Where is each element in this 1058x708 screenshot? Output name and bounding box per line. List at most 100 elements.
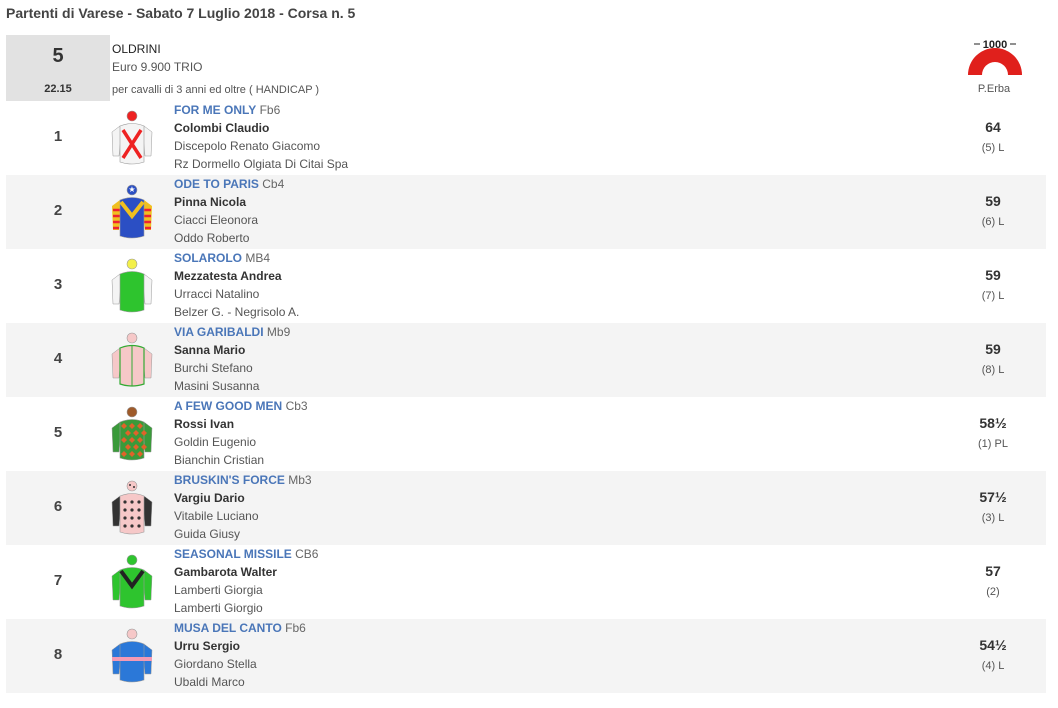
runner-draw: (7) L	[981, 290, 1005, 302]
horse-name-link[interactable]: MUSA DEL CANTO	[174, 621, 282, 635]
horse-line: MUSA DEL CANTO Fb6	[174, 621, 306, 635]
race-time: 22.15	[44, 83, 72, 95]
jockey-silk-icon	[110, 330, 154, 390]
jockey-silk-icon	[110, 478, 154, 538]
trainer-name: Urracci Natalino	[174, 287, 260, 301]
horse-line: FOR ME ONLY Fb6	[174, 103, 280, 117]
race-number: 5	[52, 45, 64, 67]
horse-info: Cb4	[262, 177, 285, 191]
runner-draw: (8) L	[981, 364, 1005, 376]
runner-number: 5	[53, 424, 63, 441]
owner-name: Guida Giusy	[174, 527, 241, 541]
trainer-name: Ciacci Eleonora	[174, 213, 259, 227]
horse-name-link[interactable]: A FEW GOOD MEN	[174, 399, 282, 413]
owner-name: Ubaldi Marco	[174, 675, 245, 689]
runner-number: 3	[53, 276, 63, 293]
horse-line: ODE TO PARIS Cb4	[174, 177, 284, 191]
jockey-silk-icon: ★	[110, 182, 154, 242]
runner-number: 4	[53, 350, 63, 367]
trainer-name: Lamberti Giorgia	[174, 583, 263, 597]
race-header: 5 22.15 OLDRINI Euro 9.900 TRIO per cava…	[6, 35, 1046, 101]
horse-line: A FEW GOOD MEN Cb3	[174, 399, 308, 413]
runner-number: 6	[53, 498, 63, 515]
runner-row: 2 ★ ODE TO PARIS Cb4 Pinna Nicola Ciacci…	[6, 175, 1046, 249]
race-prize: Euro 9.900 TRIO	[112, 60, 203, 74]
owner-name: Belzer G. - Negrisolo A.	[174, 305, 300, 319]
runner-row: 3 SOLAROLO MB4 Mezzatesta Andrea Urracci…	[6, 249, 1046, 323]
runner-weight: 57	[985, 563, 1001, 579]
runner-number: 7	[53, 572, 63, 589]
runner-draw: (4) L	[981, 660, 1005, 672]
runner-row: 7 SEASONAL MISSILE CB6 Gambarota Walter …	[6, 545, 1046, 619]
jockey-name: Colombi Claudio	[174, 121, 270, 135]
horse-info: Mb9	[266, 325, 291, 339]
runner-draw: (6) L	[981, 216, 1005, 228]
owner-name: Oddo Roberto	[174, 231, 250, 245]
trainer-name: Discepolo Renato Giacomo	[174, 139, 321, 153]
race-number-box: 5 22.15	[6, 35, 110, 101]
jockey-name: Vargiu Dario	[174, 491, 245, 505]
horse-name-link[interactable]: SEASONAL MISSILE	[174, 547, 292, 561]
trainer-name: Giordano Stella	[174, 657, 257, 671]
runner-number: 2	[53, 202, 63, 219]
svg-text:★: ★	[128, 185, 135, 194]
horse-name-link[interactable]: SOLAROLO	[174, 251, 242, 265]
horse-info: CB6	[295, 547, 319, 561]
runner-weight: 58½	[979, 415, 1007, 431]
runner-weight: 59	[985, 267, 1001, 283]
runner-row: 4 VIA GARIBALDI Mb9 Sanna Mario Burchi S…	[6, 323, 1046, 397]
horse-name-link[interactable]: FOR ME ONLY	[174, 103, 256, 117]
horse-name-link[interactable]: VIA GARIBALDI	[174, 325, 264, 339]
jockey-silk-icon	[110, 256, 154, 316]
jockey-name: Urru Sergio	[174, 639, 241, 653]
jockey-name: Gambarota Walter	[174, 565, 277, 579]
runner-draw: (1) PL	[978, 438, 1008, 450]
horse-info: MB4	[245, 251, 271, 265]
jockey-silk-icon	[110, 552, 154, 612]
horse-name-link[interactable]: ODE TO PARIS	[174, 177, 259, 191]
horse-line: SEASONAL MISSILE CB6	[174, 547, 318, 561]
jockey-name: Mezzatesta Andrea	[174, 269, 282, 283]
horse-line: VIA GARIBALDI Mb9	[174, 325, 290, 339]
runner-weight: 54½	[979, 637, 1007, 653]
owner-name: Masini Susanna	[174, 379, 260, 393]
horse-line: BRUSKIN'S FORCE Mb3	[174, 473, 312, 487]
runner-draw: (3) L	[981, 512, 1005, 524]
runner-number: 1	[53, 128, 63, 145]
jockey-silk-icon	[110, 108, 154, 168]
horse-info: Cb3	[285, 399, 308, 413]
runner-number: 8	[53, 646, 63, 663]
race-name: OLDRINI	[112, 42, 161, 56]
jockey-name: Sanna Mario	[174, 343, 246, 357]
runner-weight: 64	[985, 119, 1001, 135]
race-conditions: per cavalli di 3 anni ed oltre ( HANDICA…	[112, 84, 320, 96]
track-name: P.Erba	[977, 83, 1011, 95]
runner-draw: (5) L	[981, 142, 1005, 154]
horse-line: SOLAROLO MB4	[174, 251, 270, 265]
jockey-name: Rossi Ivan	[174, 417, 235, 431]
runners-list: 1 FOR ME ONLY Fb6 Colombi Claudio Discep…	[6, 101, 1046, 693]
page-title: Partenti di Varese - Sabato 7 Luglio 201…	[6, 5, 356, 21]
runner-weight: 57½	[979, 489, 1007, 505]
runner-weight: 59	[985, 341, 1001, 357]
owner-name: Rz Dormello Olgiata Di Citai Spa	[174, 157, 349, 171]
runner-row: 1 FOR ME ONLY Fb6 Colombi Claudio Discep…	[6, 101, 1046, 175]
jockey-silk-icon	[110, 626, 154, 686]
runner-row: 5 A FEW GOOD MEN Cb3 Rossi Ivan Goldin E…	[6, 397, 1046, 471]
horse-info: Fb6	[285, 621, 306, 635]
runner-row: 6 BRUSKIN'S FORCE Mb3 Vargiu Dario Vitab…	[6, 471, 1046, 545]
runner-draw: (2)	[986, 586, 1000, 598]
jockey-name: Pinna Nicola	[174, 195, 247, 209]
trainer-name: Vitabile Luciano	[174, 509, 259, 523]
horse-info: Fb6	[259, 103, 281, 117]
runner-row: 8 MUSA DEL CANTO Fb6 Urru Sergio Giordan…	[6, 619, 1046, 693]
trainer-name: Burchi Stefano	[174, 361, 253, 375]
runner-weight: 59	[985, 193, 1001, 209]
horse-info: Mb3	[288, 473, 312, 487]
trainer-name: Goldin Eugenio	[174, 435, 257, 449]
owner-name: Bianchin Cristian	[174, 453, 265, 467]
horse-name-link[interactable]: BRUSKIN'S FORCE	[174, 473, 285, 487]
track-logo-text: 1000	[983, 39, 1007, 51]
owner-name: Lamberti Giorgio	[174, 601, 263, 615]
jockey-silk-icon	[110, 404, 154, 464]
